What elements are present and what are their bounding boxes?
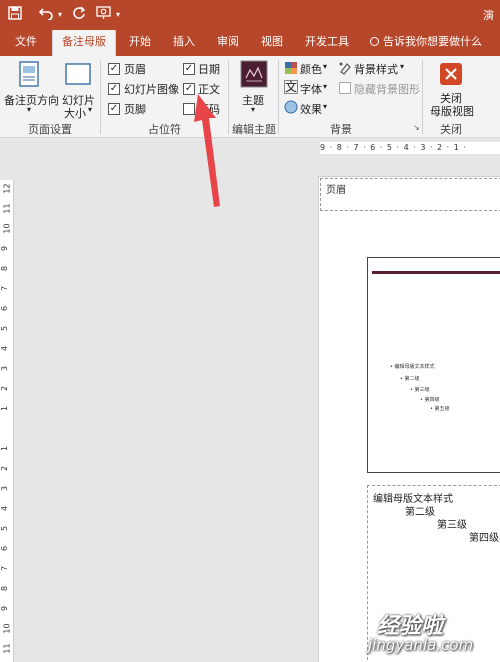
window-title: 演: [483, 9, 494, 22]
group-label-edit-theme: 编辑主题: [232, 123, 276, 136]
chevron-down-icon: ▾: [323, 62, 328, 71]
save-icon[interactable]: [8, 6, 22, 24]
tab-home[interactable]: 开始: [120, 30, 160, 56]
search-icon: [370, 37, 379, 46]
dialog-launcher-icon[interactable]: ↘: [413, 123, 420, 132]
effects-label: 效果: [300, 103, 322, 116]
close-icon: [440, 63, 462, 85]
background-styles-icon: [339, 62, 351, 75]
redo-icon[interactable]: [72, 6, 86, 24]
fonts-icon: 文: [284, 80, 298, 94]
group-separator: [278, 60, 279, 134]
customize-qat-icon[interactable]: ▾: [116, 6, 120, 24]
chevron-down-icon: ▾: [27, 105, 32, 114]
body-text-level-3: 第三级: [437, 520, 467, 531]
background-styles-label: 背景样式: [354, 63, 398, 76]
notes-orientation-label: 备注页方向: [4, 94, 59, 107]
chevron-down-icon: ▾: [400, 62, 405, 71]
checkbox-footer-box: ✓: [108, 103, 120, 115]
present-icon[interactable]: [96, 6, 112, 24]
chevron-down-icon: ▾: [88, 105, 93, 114]
hide-background-box: [339, 82, 351, 94]
horizontal-ruler: 9 · 8 · 7 · 6 · 5 · 4 · 3 · 2 · 1 ·: [320, 142, 500, 154]
ribbon-tabs: 文件 备注母版 开始 插入 审阅 视图 开发工具 告诉我你想要做什么: [0, 30, 500, 58]
ribbon: 备注页方向 ▾ 幻灯片 大小 ▾ 页面设置 ✓ 页眉 ✓ 幻灯片图像 ✓ 页脚 …: [0, 56, 500, 138]
tab-file[interactable]: 文件: [6, 30, 46, 56]
group-label-close: 关闭: [440, 123, 462, 136]
tell-me-box[interactable]: 告诉我你想要做什么: [370, 30, 482, 56]
slide-text-level-3: • 第三级: [410, 387, 430, 393]
vertical-ruler: 12 11 10 9 8 7 6 5 4 3 2 1 1 2 3 4 5 6 7…: [0, 180, 14, 662]
tab-review[interactable]: 审阅: [208, 30, 248, 56]
slide-size-icon: [65, 63, 91, 85]
tell-me-text: 告诉我你想要做什么: [383, 35, 482, 48]
checkbox-date-label: 日期: [198, 63, 220, 76]
slide-text-level-2: • 第二级: [400, 376, 420, 382]
chevron-down-icon: ▾: [251, 105, 256, 114]
group-label-page-setup: 页面设置: [28, 123, 72, 136]
slide-text-level-5: • 第五级: [430, 406, 450, 412]
checkbox-date-box: ✓: [183, 63, 195, 75]
hide-background-label: 隐藏背景图形: [354, 83, 420, 96]
header-placeholder[interactable]: [320, 178, 500, 211]
tab-insert[interactable]: 插入: [164, 30, 204, 56]
group-separator: [422, 60, 423, 134]
checkbox-header-label: 页眉: [124, 63, 146, 76]
close-label-2: 母版视图: [430, 105, 474, 118]
checkbox-header-box: ✓: [108, 63, 120, 75]
slide-text-level-1: • 编辑母版文本样式: [390, 364, 435, 370]
tab-view[interactable]: 视图: [252, 30, 292, 56]
tab-notes-master[interactable]: 备注母版: [52, 30, 116, 58]
tab-developer[interactable]: 开发工具: [298, 30, 356, 56]
chevron-down-icon: ▾: [323, 102, 328, 111]
effects-icon: [284, 100, 298, 114]
checkbox-slide-image-label: 幻灯片图像: [124, 83, 179, 96]
group-label-placeholders: 占位符: [148, 123, 181, 136]
annotation-arrow-icon: [194, 94, 220, 207]
colors-icon: [285, 62, 297, 74]
checkbox-slide-image-box: ✓: [108, 83, 120, 95]
themes-icon: [240, 60, 268, 88]
group-label-background: 背景: [330, 123, 352, 136]
title-bar: ▾ ▾ 演: [0, 0, 500, 30]
body-text-level-2: 第二级: [405, 507, 435, 518]
chevron-down-icon: ▾: [323, 82, 328, 91]
slide-title-bar: [372, 271, 500, 274]
colors-label: 颜色: [300, 63, 322, 76]
body-text-level-4: 第四级: [469, 533, 499, 544]
undo-dropdown-icon[interactable]: ▾: [58, 6, 62, 24]
fonts-label: 字体: [300, 83, 322, 96]
header-placeholder-label: 页眉: [326, 185, 346, 196]
group-separator: [100, 60, 101, 134]
notes-orientation-icon: [19, 61, 39, 87]
watermark-url: jingyanla.com: [368, 636, 474, 654]
undo-icon[interactable]: [38, 6, 56, 24]
checkbox-footer-label: 页脚: [124, 103, 146, 116]
slide-size-label-2: 大小: [64, 107, 86, 120]
slide-text-level-4: • 第四级: [420, 397, 440, 403]
